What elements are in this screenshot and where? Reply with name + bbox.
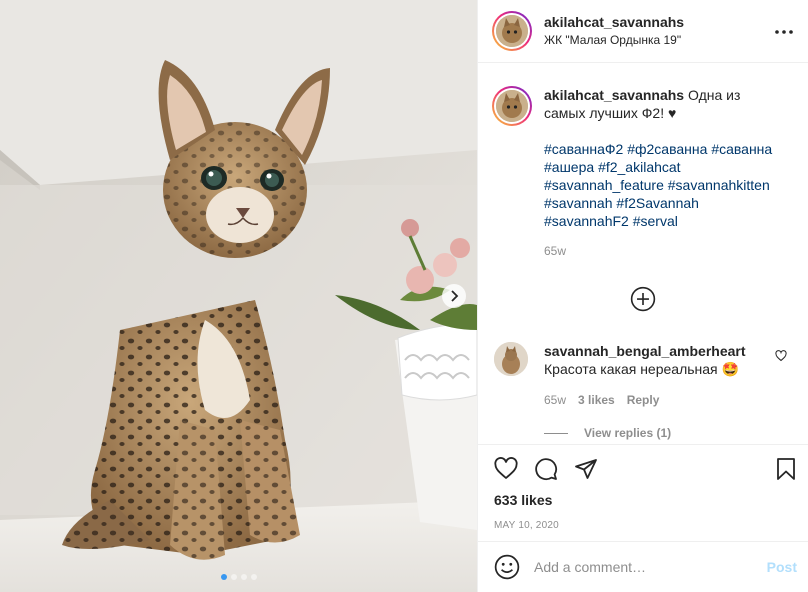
emoji-icon[interactable] bbox=[494, 554, 520, 580]
view-replies-divider bbox=[544, 432, 568, 434]
carousel-dot bbox=[220, 574, 227, 580]
hashtag-link[interactable]: #serval bbox=[633, 213, 678, 229]
post-location[interactable]: ЖК "Малая Ордынка 19" bbox=[544, 31, 684, 49]
more-options-button[interactable] bbox=[772, 20, 796, 44]
hashtag-link[interactable]: #саваннаФ2 bbox=[544, 141, 623, 157]
hashtag-link[interactable]: #savannah_feature bbox=[544, 177, 664, 193]
commenter-username[interactable]: savannah_bengal_amberheart bbox=[544, 343, 746, 359]
view-replies-button[interactable]: View replies (1) bbox=[544, 426, 671, 440]
likes-count[interactable]: 633 likes bbox=[478, 491, 808, 509]
bookmark-icon[interactable] bbox=[775, 457, 797, 481]
hashtag-link[interactable]: #savannahF2 bbox=[544, 213, 629, 229]
post-actions-area: 633 likes MAY 10, 2020 bbox=[478, 444, 808, 531]
kitten-photo bbox=[0, 0, 477, 592]
more-options-icon bbox=[775, 30, 793, 34]
hashtag-link[interactable]: #savannah bbox=[544, 195, 613, 211]
hashtag-link[interactable]: #ф2саванна bbox=[627, 141, 707, 157]
hashtag-link[interactable]: #savannahkitten bbox=[668, 177, 770, 193]
author-avatar[interactable] bbox=[492, 11, 532, 51]
comment-timestamp[interactable]: 65w bbox=[544, 391, 566, 409]
commenter-avatar[interactable] bbox=[494, 342, 528, 376]
carousel-indicator bbox=[0, 574, 477, 580]
comments-section: akilahcat_savannahs Одна из самых лучших… bbox=[478, 64, 808, 444]
post-caption: akilahcat_savannahs Одна из самых лучших… bbox=[478, 64, 808, 260]
post-photo[interactable] bbox=[0, 0, 477, 592]
caption-author-avatar[interactable] bbox=[492, 86, 532, 126]
paper-plane-icon[interactable] bbox=[574, 457, 598, 481]
hashtag-list: #саваннаФ2 #ф2саванна #саванна #ашера #f… bbox=[544, 140, 784, 230]
plus-circle-icon[interactable] bbox=[630, 286, 656, 312]
caption-timestamp[interactable]: 65w bbox=[544, 242, 784, 260]
avatar-image bbox=[496, 15, 528, 47]
carousel-dot bbox=[250, 574, 257, 580]
hashtag-link[interactable]: #саванна bbox=[711, 141, 772, 157]
post-panel: akilahcat_savannahs ЖК "Малая Ордынка 19… bbox=[477, 0, 808, 592]
carousel-dot bbox=[240, 574, 247, 580]
avatar-image bbox=[496, 90, 528, 122]
post-header: akilahcat_savannahs ЖК "Малая Ордынка 19… bbox=[478, 0, 808, 63]
view-replies-label: View replies (1) bbox=[584, 426, 672, 440]
carousel-next-button[interactable] bbox=[442, 284, 466, 308]
reply-button[interactable]: Reply bbox=[627, 391, 660, 409]
post-date[interactable]: MAY 10, 2020 bbox=[478, 520, 808, 531]
caption-username[interactable]: akilahcat_savannahs bbox=[544, 87, 684, 103]
hashtag-link[interactable]: #ашера bbox=[544, 159, 594, 175]
comment-input[interactable] bbox=[534, 559, 767, 575]
action-bar bbox=[478, 445, 808, 493]
carousel-dot bbox=[230, 574, 237, 580]
post-comment-button[interactable]: Post bbox=[767, 559, 797, 575]
comment-icon[interactable] bbox=[534, 457, 558, 481]
comment-composer: Post bbox=[478, 541, 808, 592]
avatar-image bbox=[494, 342, 528, 376]
comment-like-heart-icon[interactable] bbox=[775, 350, 787, 362]
hashtag-link[interactable]: #f2_akilahcat bbox=[598, 159, 681, 175]
comment-text: Красота какая нереальная 🤩 bbox=[544, 361, 739, 377]
comment-likes[interactable]: 3 likes bbox=[578, 391, 615, 409]
author-username[interactable]: akilahcat_savannahs bbox=[544, 13, 684, 31]
chevron-right-icon bbox=[451, 290, 459, 302]
heart-icon[interactable] bbox=[494, 457, 518, 481]
comment-item: savannah_bengal_amberheart Красота какая… bbox=[494, 342, 799, 409]
hashtag-link[interactable]: #f2Savannah bbox=[616, 195, 699, 211]
